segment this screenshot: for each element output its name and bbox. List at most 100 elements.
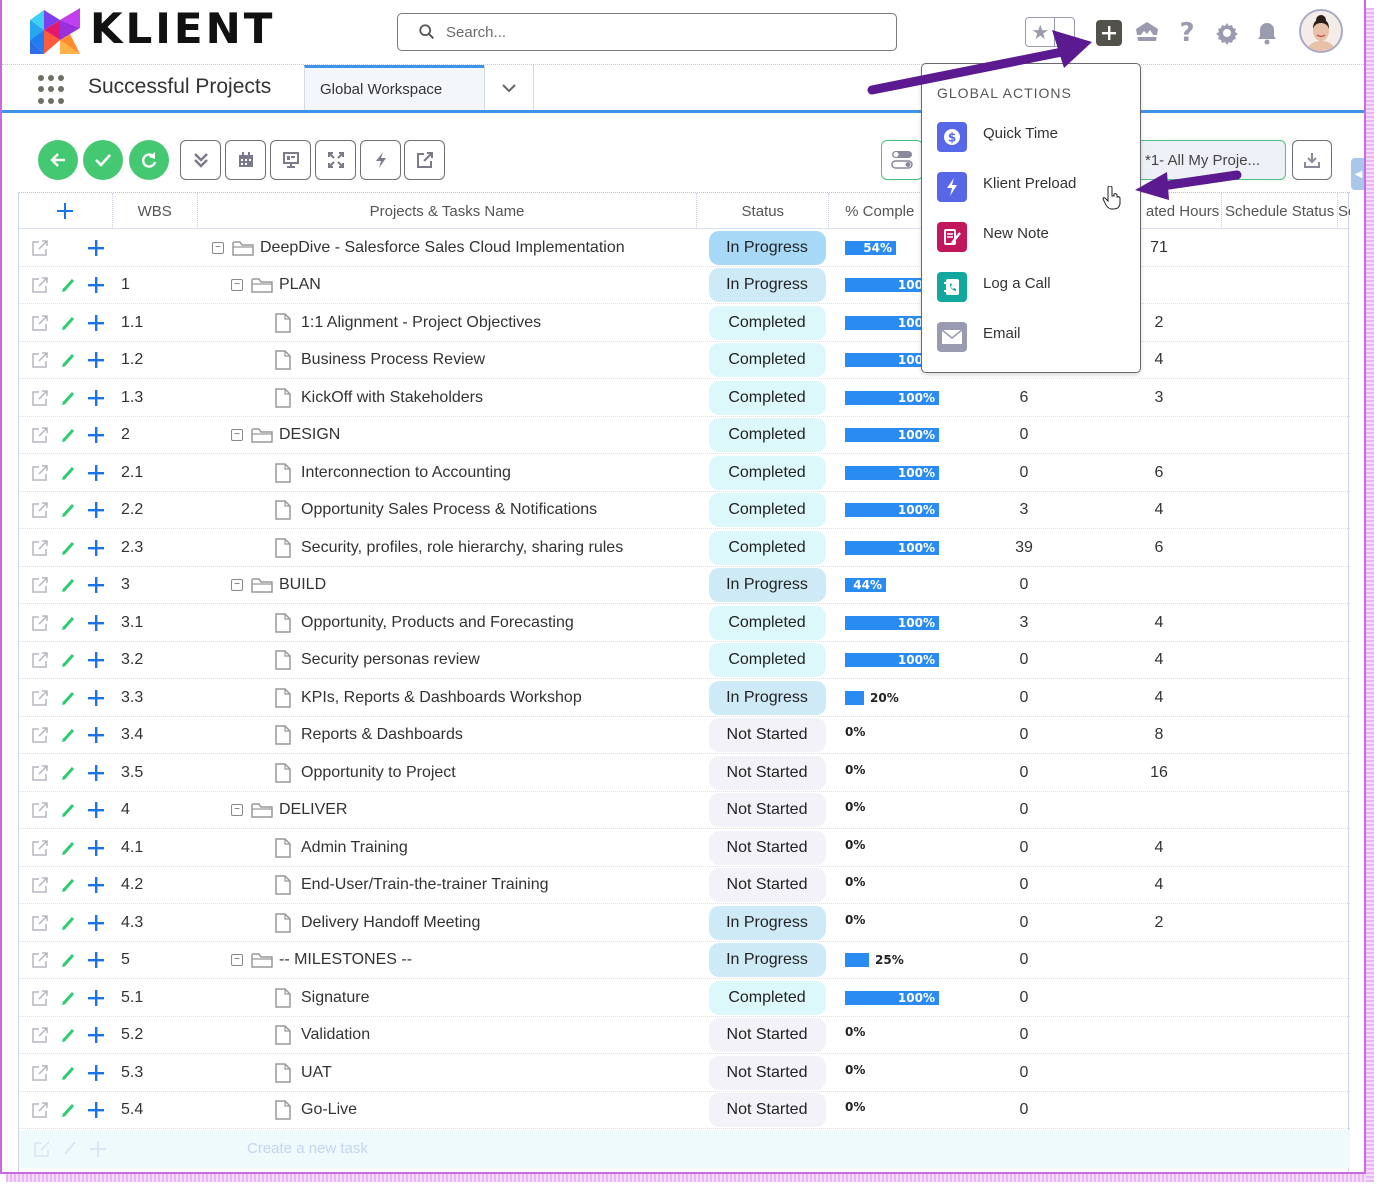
- add-subtask-plus-icon[interactable]: [87, 604, 107, 641]
- status-badge[interactable]: In Progress: [708, 905, 826, 940]
- add-subtask-plus-icon[interactable]: [87, 754, 107, 791]
- pencil-icon[interactable]: [61, 1017, 77, 1054]
- column-header-schedule-status[interactable]: Schedule Status: [1222, 193, 1339, 229]
- task-name[interactable]: Go-Live: [301, 1101, 357, 1119]
- pencil-icon[interactable]: [61, 1092, 77, 1129]
- add-subtask-plus-icon[interactable]: [87, 829, 107, 866]
- task-name[interactable]: Signature: [301, 989, 370, 1007]
- status-badge[interactable]: Not Started: [708, 793, 826, 827]
- add-root-task-button[interactable]: [19, 193, 113, 229]
- status-badge[interactable]: Completed: [708, 605, 826, 640]
- table-row[interactable]: 5.1 Signature Completed 100% 0: [19, 979, 1350, 1017]
- status-badge[interactable]: Not Started: [708, 868, 826, 902]
- open-record-icon[interactable]: [31, 379, 51, 416]
- help-icon[interactable]: ?: [1174, 18, 1200, 48]
- add-subtask-plus-icon[interactable]: [87, 1092, 107, 1129]
- status-badge[interactable]: Not Started: [708, 718, 826, 752]
- status-badge[interactable]: Completed: [708, 343, 826, 377]
- menu-item-log-a-call[interactable]: Log a Call: [937, 271, 1137, 303]
- task-name[interactable]: BUILD: [279, 576, 326, 594]
- status-cell[interactable]: Completed: [708, 342, 826, 379]
- open-record-icon[interactable]: [31, 792, 51, 829]
- status-cell[interactable]: Completed: [708, 304, 826, 341]
- status-badge[interactable]: In Progress: [708, 268, 826, 302]
- table-row[interactable]: 3.5 Opportunity to Project Not Started 0% 0 1…: [19, 754, 1350, 792]
- status-cell[interactable]: Completed: [708, 979, 826, 1016]
- column-header-truncated[interactable]: Sc: [1338, 193, 1350, 229]
- table-row[interactable]: 2.2 Opportunity Sales Process & Notificat…: [19, 492, 1350, 529]
- quick-action-button[interactable]: [360, 140, 401, 180]
- add-subtask-plus-icon[interactable]: [87, 229, 107, 266]
- side-panel-toggle[interactable]: ◀: [1351, 158, 1364, 190]
- table-row[interactable]: 3.3 KPIs, Reports & Dashboards Workshop In…: [19, 679, 1350, 717]
- status-cell[interactable]: In Progress: [708, 229, 826, 266]
- status-badge[interactable]: Completed: [708, 493, 826, 527]
- add-subtask-plus-icon[interactable]: [87, 454, 107, 491]
- pencil-icon[interactable]: [61, 567, 77, 604]
- save-button[interactable]: [83, 140, 123, 180]
- setup-gear-icon[interactable]: [1214, 20, 1240, 46]
- task-name[interactable]: End-User/Train-the-trainer Training: [301, 876, 549, 894]
- collapse-toggle-icon[interactable]: −: [231, 804, 243, 816]
- open-record-icon[interactable]: [31, 604, 51, 641]
- collapse-toggle-icon[interactable]: −: [231, 579, 243, 591]
- add-subtask-plus-icon[interactable]: [87, 867, 107, 904]
- table-row[interactable]: 4.1 Admin Training Not Started 0% 0 4: [19, 829, 1350, 867]
- open-record-icon[interactable]: [31, 1092, 51, 1129]
- open-record-icon[interactable]: [31, 342, 51, 379]
- collapse-toggle-icon[interactable]: −: [231, 954, 243, 966]
- status-cell[interactable]: In Progress: [708, 567, 826, 604]
- column-header-status[interactable]: Status: [697, 193, 830, 229]
- global-search[interactable]: [397, 13, 897, 51]
- add-subtask-plus-icon[interactable]: [87, 379, 107, 416]
- pencil-icon[interactable]: [61, 379, 77, 416]
- presentation-button[interactable]: [270, 140, 311, 180]
- notifications-bell-icon[interactable]: [1254, 20, 1280, 46]
- table-row[interactable]: 3.1 Opportunity, Products and Forecasting…: [19, 604, 1350, 642]
- status-badge[interactable]: Completed: [708, 380, 826, 415]
- pencil-icon[interactable]: [61, 492, 77, 529]
- status-cell[interactable]: Completed: [708, 604, 826, 641]
- task-name[interactable]: Opportunity Sales Process & Notification…: [301, 501, 597, 519]
- status-badge[interactable]: Not Started: [708, 755, 826, 790]
- status-cell[interactable]: In Progress: [708, 267, 826, 304]
- table-row[interactable]: 5.2 Validation Not Started 0% 0: [19, 1017, 1350, 1054]
- search-input[interactable]: [446, 23, 866, 41]
- open-external-button[interactable]: [404, 140, 445, 180]
- app-launcher-icon[interactable]: [38, 75, 68, 105]
- status-cell[interactable]: Not Started: [708, 792, 826, 829]
- refresh-button[interactable]: [129, 140, 169, 180]
- table-row[interactable]: 1− PLAN In Progress 100%: [19, 267, 1350, 304]
- add-subtask-plus-icon[interactable]: [87, 567, 107, 604]
- download-button[interactable]: [1292, 140, 1332, 180]
- status-cell[interactable]: In Progress: [708, 942, 826, 979]
- add-subtask-plus-icon[interactable]: [87, 342, 107, 379]
- status-badge[interactable]: Completed: [708, 980, 826, 1015]
- fullscreen-button[interactable]: [315, 140, 356, 180]
- task-name[interactable]: -- MILESTONES --: [279, 951, 412, 969]
- status-cell[interactable]: In Progress: [708, 679, 826, 716]
- pencil-icon[interactable]: [61, 867, 77, 904]
- status-badge[interactable]: In Progress: [708, 568, 826, 602]
- add-subtask-plus-icon[interactable]: [87, 904, 107, 941]
- add-subtask-plus-icon[interactable]: [87, 267, 107, 304]
- status-badge[interactable]: Completed: [708, 455, 826, 490]
- status-cell[interactable]: Not Started: [708, 829, 826, 866]
- task-name[interactable]: KickOff with Stakeholders: [301, 389, 483, 407]
- open-record-icon[interactable]: [31, 454, 51, 491]
- status-cell[interactable]: Not Started: [708, 717, 826, 754]
- status-badge[interactable]: Not Started: [708, 1055, 826, 1090]
- status-badge[interactable]: Completed: [708, 305, 826, 340]
- add-subtask-plus-icon[interactable]: [87, 979, 107, 1016]
- open-record-icon[interactable]: [31, 717, 51, 754]
- task-name[interactable]: DELIVER: [279, 801, 347, 819]
- status-badge[interactable]: Completed: [708, 418, 826, 452]
- status-badge[interactable]: Not Started: [708, 1093, 826, 1127]
- table-row[interactable]: 4 − DELIVER Not Started 0% 0: [19, 792, 1350, 829]
- collapse-toggle-icon[interactable]: −: [231, 279, 243, 291]
- status-cell[interactable]: Not Started: [708, 754, 826, 791]
- add-subtask-plus-icon[interactable]: [87, 304, 107, 341]
- user-avatar[interactable]: [1299, 9, 1343, 53]
- menu-item-quick-time[interactable]: $ Quick Time: [937, 121, 1137, 153]
- column-header-wbs[interactable]: WBS: [113, 193, 198, 229]
